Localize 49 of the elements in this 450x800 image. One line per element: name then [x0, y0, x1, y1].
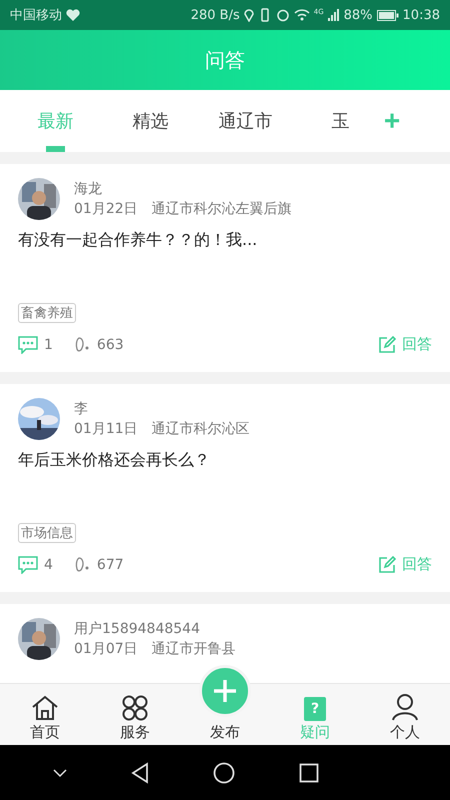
author-name: 李: [74, 400, 89, 418]
post-location: 通辽市开鲁县: [152, 640, 236, 658]
battery-level: 88%: [344, 8, 373, 22]
question-icon: ?: [304, 697, 326, 721]
comment-count: 1: [44, 336, 53, 352]
category-tab[interactable]: 通辽市: [198, 90, 293, 152]
post-date: 01月07日: [74, 640, 138, 658]
post-date: 01月22日: [74, 200, 138, 218]
post-card[interactable]: 用户15894848544 01月07日 通辽市开鲁县: [0, 604, 450, 683]
battery-icon: [376, 10, 399, 20]
back-icon[interactable]: [131, 762, 150, 784]
grid-icon: [121, 695, 149, 721]
wifi-icon: [294, 9, 310, 21]
post-card[interactable]: 海龙 01月22日 通辽市科尔沁左翼后旗 有没有一起合作养牛？？的！我... 畜禽养殖 1 663 回答: [0, 164, 450, 372]
comment-icon: [18, 336, 38, 354]
network-speed: 280 B/s: [190, 8, 240, 22]
carrier-name: 中国移动: [10, 7, 62, 24]
topic-tag: 畜禽养殖: [18, 303, 76, 323]
author-name: 海龙: [74, 180, 103, 198]
publish-label[interactable]: 发布: [210, 723, 240, 742]
question-text: 年后玉米价格还会再长么？: [18, 450, 210, 471]
view-count: 663: [96, 336, 124, 352]
nav-tab[interactable]: 首页: [0, 684, 90, 745]
topic-tag: 市场信息: [18, 523, 76, 543]
post-card[interactable]: 李 01月11日 通辽市科尔沁区 年后玉米价格还会再长么？ 市场信息 4 677 回答: [0, 384, 450, 592]
nav-tab[interactable]: 服务: [90, 684, 180, 745]
location-icon: [244, 8, 254, 22]
person-icon: [391, 693, 419, 721]
question-text: 有没有一起合作养牛？？的！我...: [18, 230, 258, 251]
view-count: 677: [96, 556, 124, 572]
comment-count: 4: [44, 556, 53, 572]
edit-icon: [378, 556, 396, 574]
recent-apps-icon[interactable]: [298, 762, 319, 782]
author-name: 用户15894848544: [74, 620, 201, 638]
signal-icon: [328, 9, 340, 21]
post-date: 01月11日: [74, 420, 138, 438]
heart-icon: [66, 9, 80, 21]
post-location: 通辽市科尔沁区: [152, 420, 250, 438]
home-circle-icon[interactable]: [212, 762, 235, 784]
edit-icon: [378, 336, 396, 354]
chevron-down-icon[interactable]: [52, 768, 68, 778]
nav-tab[interactable]: 个人: [360, 684, 450, 745]
category-tab[interactable]: 精选: [103, 90, 198, 152]
home-icon: [31, 695, 59, 721]
page-title: 问答: [205, 46, 245, 74]
plus-icon: [212, 678, 238, 704]
comment-icon: [18, 556, 38, 574]
post-location: 通辽市科尔沁左翼后旗: [152, 200, 292, 218]
clock-time: 10:38: [402, 8, 440, 22]
